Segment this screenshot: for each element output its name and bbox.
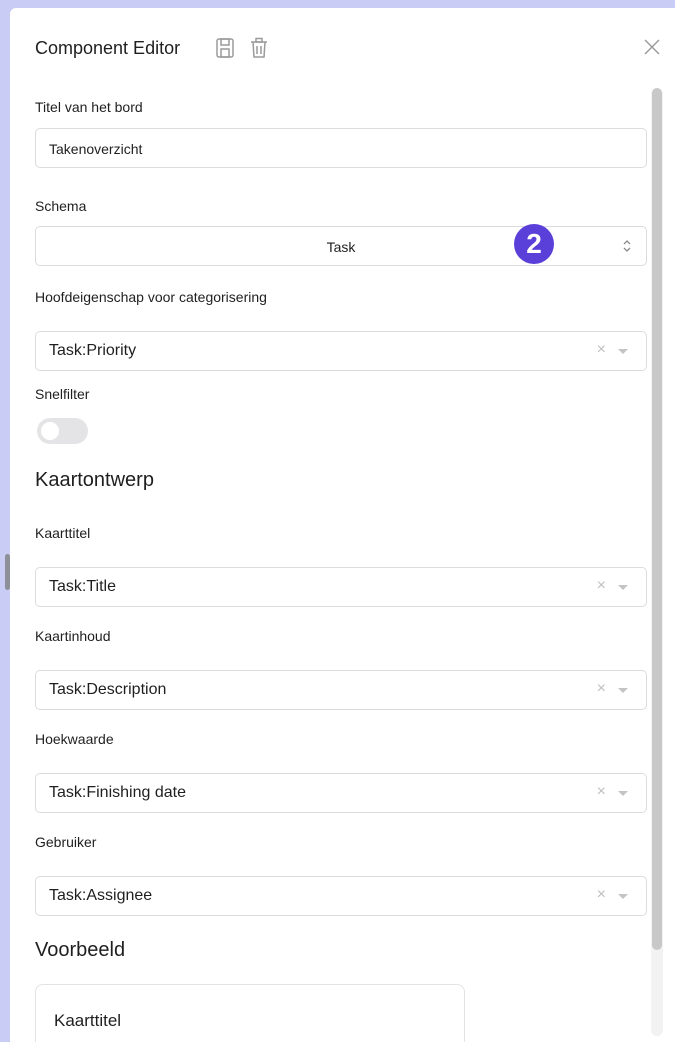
board-title-label: Titel van het bord bbox=[35, 99, 143, 115]
corner-value-value: Task:Finishing date bbox=[49, 784, 186, 801]
close-icon[interactable] bbox=[643, 38, 661, 56]
caret-down-icon[interactable] bbox=[618, 688, 628, 693]
editor-title: Component Editor bbox=[35, 38, 181, 58]
annotation-badge: 2 bbox=[514, 224, 554, 264]
card-title-label: Kaarttitel bbox=[35, 525, 91, 541]
category-label: Hoofdeigenschap voor categorisering bbox=[35, 289, 267, 305]
preview-card-title: Kaarttitel bbox=[54, 1011, 122, 1030]
card-title-value: Task:Title bbox=[49, 578, 116, 595]
card-content-value: Task:Description bbox=[49, 681, 167, 698]
scrollbar-thumb[interactable] bbox=[652, 88, 662, 950]
caret-down-icon[interactable] bbox=[618, 791, 628, 796]
card-content-select[interactable]: Task:Description × bbox=[35, 670, 647, 710]
quickfilter-label: Snelfilter bbox=[35, 386, 90, 402]
quickfilter-toggle[interactable] bbox=[37, 418, 88, 444]
user-value: Task:Assignee bbox=[49, 887, 153, 904]
schema-value: Task bbox=[326, 239, 356, 255]
schema-select[interactable]: Task bbox=[35, 226, 647, 266]
clear-icon[interactable]: × bbox=[597, 783, 606, 801]
board-title-value: Takenoverzicht bbox=[49, 141, 143, 157]
clear-icon[interactable]: × bbox=[597, 680, 606, 698]
corner-value-select[interactable]: Task:Finishing date × bbox=[35, 773, 647, 813]
user-label: Gebruiker bbox=[35, 834, 97, 850]
chevron-up-down-icon bbox=[622, 238, 632, 254]
toggle-knob bbox=[41, 422, 59, 440]
clear-icon[interactable]: × bbox=[597, 886, 606, 904]
user-select[interactable]: Task:Assignee × bbox=[35, 876, 647, 916]
scrollbar[interactable] bbox=[651, 88, 663, 1036]
schema-label: Schema bbox=[35, 198, 87, 214]
editor-header: Component Editor bbox=[10, 8, 675, 90]
card-design-heading: Kaartontwerp bbox=[35, 469, 154, 491]
category-value: Task:Priority bbox=[49, 342, 137, 359]
preview-card: Kaarttitel bbox=[35, 984, 465, 1042]
card-title-select[interactable]: Task:Title × bbox=[35, 567, 647, 607]
trash-icon[interactable] bbox=[248, 36, 270, 60]
card-content-label: Kaartinhoud bbox=[35, 628, 111, 644]
clear-icon[interactable]: × bbox=[597, 341, 606, 359]
board-title-input[interactable]: Takenoverzicht bbox=[35, 128, 647, 168]
component-editor-panel: Component Editor Titel van het bord Take… bbox=[10, 8, 675, 1042]
category-select[interactable]: Task:Priority × bbox=[35, 331, 647, 371]
preview-heading: Voorbeeld bbox=[35, 939, 126, 961]
caret-down-icon[interactable] bbox=[618, 894, 628, 899]
caret-down-icon[interactable] bbox=[618, 349, 628, 354]
resize-handle[interactable] bbox=[5, 554, 10, 590]
corner-value-label: Hoekwaarde bbox=[35, 731, 114, 747]
caret-down-icon[interactable] bbox=[618, 585, 628, 590]
clear-icon[interactable]: × bbox=[597, 577, 606, 595]
save-icon[interactable] bbox=[214, 36, 236, 60]
